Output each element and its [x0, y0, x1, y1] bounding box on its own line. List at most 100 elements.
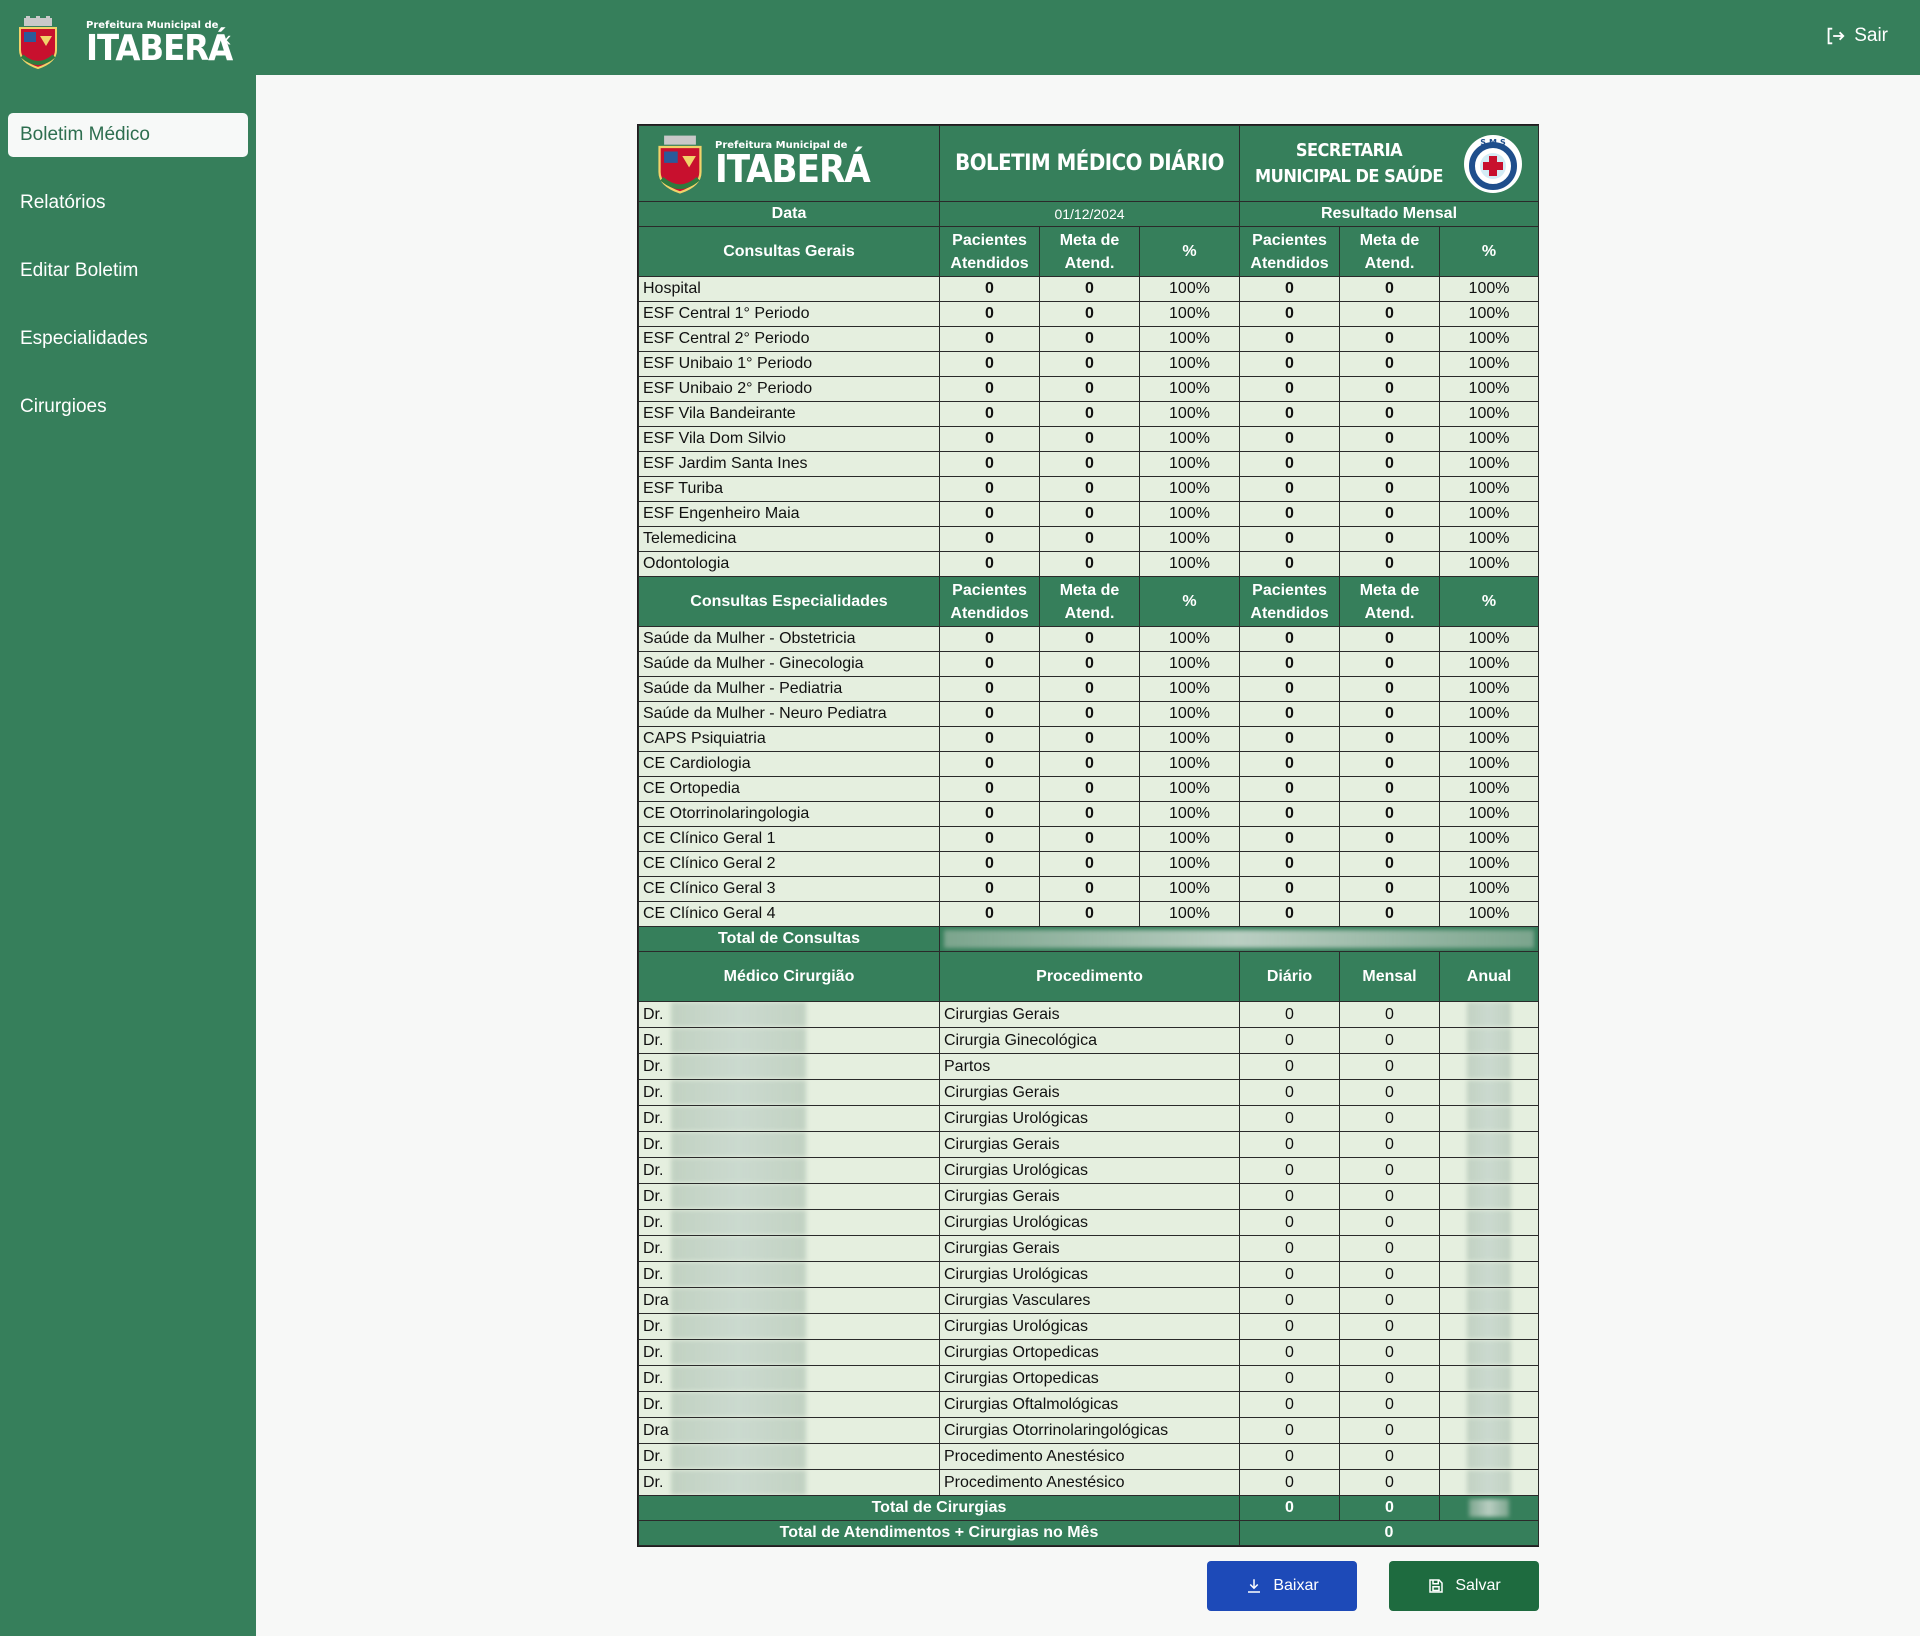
col-header: % — [1438, 226, 1540, 277]
daily-patients: 0 — [939, 501, 1040, 527]
redacted-value — [1467, 1288, 1511, 1313]
redacted-value — [1467, 1054, 1511, 1079]
daily-count: 0 — [1239, 1313, 1340, 1340]
daily-goal: 0 — [1039, 801, 1140, 827]
doctor-cell: Dr. — [638, 1183, 940, 1210]
monthly-patients: 0 — [1239, 851, 1340, 877]
daily-goal: 0 — [1039, 351, 1140, 377]
procedure-cell: Cirurgias Gerais — [939, 1079, 1240, 1106]
procedure-cell: Cirurgias Gerais — [939, 1001, 1240, 1028]
doctor-title: Dra — [643, 1421, 669, 1439]
sidebar-item-especialidades[interactable]: Especialidades — [8, 317, 248, 361]
doctor-title: Dr. — [643, 1239, 664, 1257]
monthly-percent: 100% — [1438, 401, 1540, 427]
daily-percent: 100% — [1139, 351, 1240, 377]
sms-badge-text: S.M.S — [1480, 138, 1506, 147]
col-header: Meta de — [1359, 231, 1420, 249]
doctor-title: Dr. — [643, 1083, 664, 1101]
daily-count: 0 — [1239, 1079, 1340, 1106]
procedure-cell: Cirurgias Otorrinolaringológicas — [939, 1417, 1240, 1444]
monthly-result-label: Resultado Mensal — [1238, 201, 1540, 227]
row-name: ESF Jardim Santa Ines — [638, 451, 940, 477]
daily-goal: 0 — [1039, 276, 1140, 302]
doctor-cell: Dr. — [638, 1027, 940, 1054]
table-row: ESF Vila Bandeirante 0 0 100% 0 0 100% — [638, 401, 1540, 427]
logout-button[interactable]: Sair — [1824, 25, 1888, 47]
doctor-cell: Dr. — [638, 1443, 940, 1470]
procedure-cell: Cirurgias Gerais — [939, 1183, 1240, 1210]
sidebar-item-relatorios[interactable]: Relatórios — [8, 181, 248, 225]
total-cirurgias-daily: 0 — [1239, 1495, 1340, 1521]
table-row: Telemedicina 0 0 100% 0 0 100% — [638, 526, 1540, 552]
daily-count: 0 — [1239, 1105, 1340, 1132]
logout-icon — [1827, 27, 1845, 45]
doctor-title: Dr. — [643, 1213, 664, 1231]
doctor-title: Dr. — [643, 1005, 664, 1023]
monthly-goal: 0 — [1339, 801, 1440, 827]
row-name: Saúde da Mulher - Obstetricia — [638, 626, 940, 652]
redacted-name — [671, 1106, 806, 1131]
sidebar-item-boletim-medico[interactable]: Boletim Médico — [8, 113, 248, 157]
save-label: Salvar — [1455, 1577, 1501, 1594]
monthly-count: 0 — [1339, 1105, 1440, 1132]
redacted-name — [671, 1028, 806, 1053]
monthly-count: 0 — [1339, 1001, 1440, 1028]
collapse-sidebar-icon[interactable]: ‹ — [224, 28, 231, 50]
download-button[interactable]: Baixar — [1207, 1561, 1357, 1611]
save-button[interactable]: Salvar — [1389, 1561, 1539, 1611]
table-row: Dr. Cirurgias Urológicas 0 0 — [638, 1105, 1540, 1132]
daily-goal: 0 — [1039, 851, 1140, 877]
redacted-name — [671, 1184, 806, 1209]
daily-count: 0 — [1239, 1391, 1340, 1418]
total-consultas-row: Total de Consultas — [638, 926, 1540, 952]
annual-count — [1438, 1157, 1540, 1184]
monthly-count: 0 — [1339, 1287, 1440, 1314]
daily-goal: 0 — [1039, 626, 1140, 652]
table-row: CE Cardiologia 0 0 100% 0 0 100% — [638, 751, 1540, 777]
total-cirurgias-monthly: 0 — [1339, 1495, 1440, 1521]
monthly-patients: 0 — [1239, 826, 1340, 852]
doctor-cell: Dr. — [638, 1365, 940, 1392]
annual-count — [1438, 1313, 1540, 1340]
row-name: ESF Vila Dom Silvio — [638, 426, 940, 452]
col-header: % — [1139, 576, 1240, 627]
annual-count — [1438, 1235, 1540, 1262]
monthly-count: 0 — [1339, 1183, 1440, 1210]
doctor-cell: Dr. — [638, 1209, 940, 1236]
grand-total-row: Total de Atendimentos + Cirurgias no Mês… — [638, 1520, 1540, 1546]
general-header-row: Consultas Gerais Pacientes Atendidos Meta… — [638, 226, 1540, 277]
annual-count — [1438, 1183, 1540, 1210]
row-name: ESF Unibaio 2° Periodo — [638, 376, 940, 402]
daily-count: 0 — [1239, 1131, 1340, 1158]
row-name: ESF Vila Bandeirante — [638, 401, 940, 427]
brand: Prefeitura Municipal de ITABERÁ — [16, 16, 233, 70]
monthly-patients: 0 — [1239, 876, 1340, 902]
doctor-title: Dr. — [643, 1317, 664, 1335]
download-label: Baixar — [1273, 1577, 1319, 1594]
monthly-percent: 100% — [1438, 726, 1540, 752]
daily-goal: 0 — [1039, 826, 1140, 852]
sidebar-item-editar-boletim[interactable]: Editar Boletim — [8, 249, 248, 293]
monthly-percent: 100% — [1438, 501, 1540, 527]
col-header-procedure: Procedimento — [939, 951, 1240, 1002]
monthly-goal: 0 — [1339, 526, 1440, 552]
monthly-patients: 0 — [1239, 376, 1340, 402]
table-row: CE Clínico Geral 4 0 0 100% 0 0 100% — [638, 901, 1540, 927]
report-title: BOLETIM MÉDICO DIÁRIO — [955, 151, 1224, 176]
daily-percent: 100% — [1139, 651, 1240, 677]
daily-patients: 0 — [939, 326, 1040, 352]
table-row: CAPS Psiquiatria 0 0 100% 0 0 100% — [638, 726, 1540, 752]
monthly-percent: 100% — [1438, 376, 1540, 402]
table-row: Dr. Cirurgias Gerais 0 0 — [638, 1131, 1540, 1158]
sidebar-item-cirurgioes[interactable]: Cirurgioes — [8, 385, 248, 429]
table-row: ESF Unibaio 2° Periodo 0 0 100% 0 0 100% — [638, 376, 1540, 402]
daily-percent: 100% — [1139, 526, 1240, 552]
col-header: Pacientes — [1252, 231, 1327, 249]
daily-patients: 0 — [939, 526, 1040, 552]
monthly-goal: 0 — [1339, 451, 1440, 477]
report-header-row: Prefeitura Municipal de ITABERÁ BOLETIM … — [638, 125, 1540, 202]
table-row: Dr. Cirurgias Gerais 0 0 — [638, 1001, 1540, 1028]
annual-count — [1438, 1079, 1540, 1106]
daily-goal: 0 — [1039, 701, 1140, 727]
special-header-row: Consultas Especialidades Pacientes Atendi… — [638, 576, 1540, 627]
